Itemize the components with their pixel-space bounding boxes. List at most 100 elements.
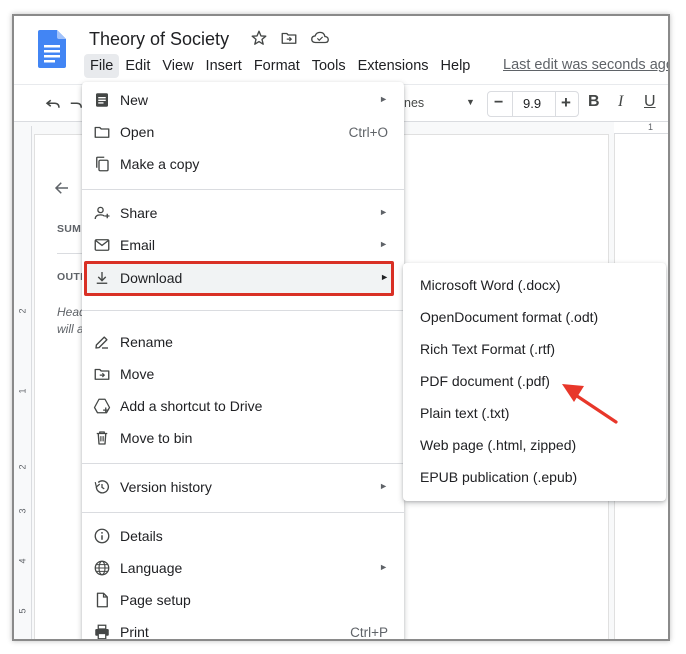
download-odt-option[interactable]: OpenDocument format (.odt) (420, 309, 598, 325)
move-folder-icon[interactable] (280, 29, 298, 47)
ruler-mark: 1 (17, 388, 28, 394)
shortcut-text: Ctrl+P (350, 625, 388, 640)
font-size-decrease-button[interactable]: − (494, 94, 503, 112)
menu-edit[interactable]: Edit (119, 54, 156, 78)
title-bar: Theory of Society File Edit View Insert … (14, 16, 668, 86)
menu-item-label: Rename (120, 334, 173, 350)
menu-item-label: Email (120, 237, 156, 253)
font-name-select[interactable]: nes (404, 96, 424, 110)
menu-item-label: New (120, 92, 149, 108)
menu-item-label: Make a copy (120, 156, 200, 172)
download-submenu: Microsoft Word (.docx) OpenDocument form… (403, 263, 666, 501)
app-window: Theory of Society File Edit View Insert … (12, 14, 670, 641)
file-menu: New ► Open Ctrl+O Make a copy Share ► Em… (82, 82, 404, 640)
summary-label: SUM (57, 223, 82, 235)
submenu-arrow-icon: ► (379, 562, 388, 572)
download-txt-option[interactable]: Plain text (.txt) (420, 405, 509, 421)
back-arrow-icon[interactable] (53, 179, 71, 197)
font-size-increase-button[interactable]: + (561, 93, 571, 113)
menu-bar: File Edit View Insert Format Tools Exten… (84, 53, 476, 79)
ruler-mark: 2 (17, 464, 28, 470)
menu-extensions[interactable]: Extensions (352, 54, 435, 78)
menu-item-label: Share (120, 205, 158, 221)
history-icon (94, 480, 110, 494)
folder-icon (94, 126, 110, 138)
new-doc-icon (96, 93, 108, 107)
file-menu-move[interactable]: Move (82, 358, 404, 390)
file-menu-version-history[interactable]: Version history ► (82, 471, 404, 503)
globe-icon (94, 560, 110, 576)
menu-item-label: Version history (120, 479, 212, 495)
file-menu-email[interactable]: Email ► (82, 229, 404, 261)
ruler-mark: 5 (17, 608, 28, 614)
document-title[interactable]: Theory of Society (89, 29, 229, 50)
shortcut-text: Ctrl+O (348, 125, 388, 140)
file-menu-open[interactable]: Open Ctrl+O (82, 116, 404, 148)
move-icon (94, 368, 110, 380)
submenu-arrow-icon: ► (379, 481, 388, 491)
top-ruler: 1 (614, 122, 668, 134)
file-menu-new[interactable]: New ► (82, 84, 404, 116)
bold-button[interactable]: B (588, 93, 600, 111)
menu-item-label: Open (120, 124, 155, 140)
menu-help[interactable]: Help (435, 54, 477, 78)
menu-tools[interactable]: Tools (306, 54, 352, 78)
font-size-input[interactable]: 9.9 (523, 96, 541, 111)
cloud-saved-icon[interactable] (310, 29, 330, 47)
download-epub-option[interactable]: EPUB publication (.epub) (420, 469, 577, 485)
print-icon (95, 624, 109, 639)
download-pdf-option[interactable]: PDF document (.pdf) (420, 373, 550, 389)
red-annotation-arrow-icon (562, 384, 618, 424)
info-icon (94, 528, 110, 544)
redo-icon[interactable] (70, 95, 82, 113)
star-icon[interactable] (250, 29, 268, 47)
menu-file[interactable]: File (84, 54, 120, 78)
font-dropdown-arrow-icon[interactable]: ▼ (466, 97, 475, 107)
file-menu-details[interactable]: Details (82, 520, 404, 552)
file-menu-language[interactable]: Language ► (82, 552, 404, 584)
trash-icon (96, 431, 108, 445)
file-menu-share[interactable]: Share ► (82, 197, 404, 229)
menu-item-label: Page setup (120, 592, 191, 608)
menu-item-label: Download (120, 270, 183, 286)
file-menu-page-setup[interactable]: Page setup (82, 584, 404, 616)
last-edit-link[interactable]: Last edit was seconds ago (503, 57, 668, 73)
underline-button[interactable]: U (644, 93, 656, 111)
person-add-icon (94, 206, 110, 220)
email-icon (94, 239, 110, 251)
font-size-group: − 9.9 + (487, 91, 579, 117)
menu-insert[interactable]: Insert (200, 54, 248, 78)
download-icon (96, 272, 108, 284)
submenu-arrow-icon: ► (379, 207, 388, 217)
download-html-option[interactable]: Web page (.html, zipped) (420, 437, 576, 453)
menu-item-label: Move (120, 366, 155, 382)
ruler-mark: 2 (17, 308, 28, 314)
menu-view[interactable]: View (156, 54, 199, 78)
page-setup-icon (96, 592, 108, 608)
drive-shortcut-icon (93, 398, 111, 414)
ruler-mark: 1 (648, 122, 654, 132)
undo-icon[interactable] (44, 95, 62, 113)
menu-item-label: Print (120, 624, 149, 640)
copy-icon (96, 156, 109, 172)
menu-item-label: Language (120, 560, 183, 576)
italic-button[interactable]: I (618, 93, 623, 111)
left-ruler: 2 1 2 3 4 5 (14, 126, 32, 639)
download-rtf-option[interactable]: Rich Text Format (.rtf) (420, 341, 555, 357)
docs-logo-icon[interactable] (38, 30, 66, 68)
outline-hint-line-2: will a (57, 322, 84, 336)
submenu-arrow-icon: ► (379, 94, 388, 104)
menu-item-label: Details (120, 528, 163, 544)
ruler-mark: 4 (17, 558, 28, 564)
file-menu-print[interactable]: Print Ctrl+P (82, 616, 404, 640)
file-menu-make-copy[interactable]: Make a copy (82, 148, 404, 180)
file-menu-move-to-bin[interactable]: Move to bin (82, 422, 404, 454)
submenu-arrow-icon: ► (379, 239, 388, 249)
file-menu-rename[interactable]: Rename (82, 326, 404, 358)
file-menu-add-shortcut[interactable]: Add a shortcut to Drive (82, 390, 404, 422)
download-docx-option[interactable]: Microsoft Word (.docx) (420, 277, 561, 293)
menu-format[interactable]: Format (248, 54, 306, 78)
ruler-mark: 3 (17, 508, 28, 514)
file-menu-download[interactable]: Download ► (82, 262, 404, 294)
menu-item-label: Move to bin (120, 430, 193, 446)
